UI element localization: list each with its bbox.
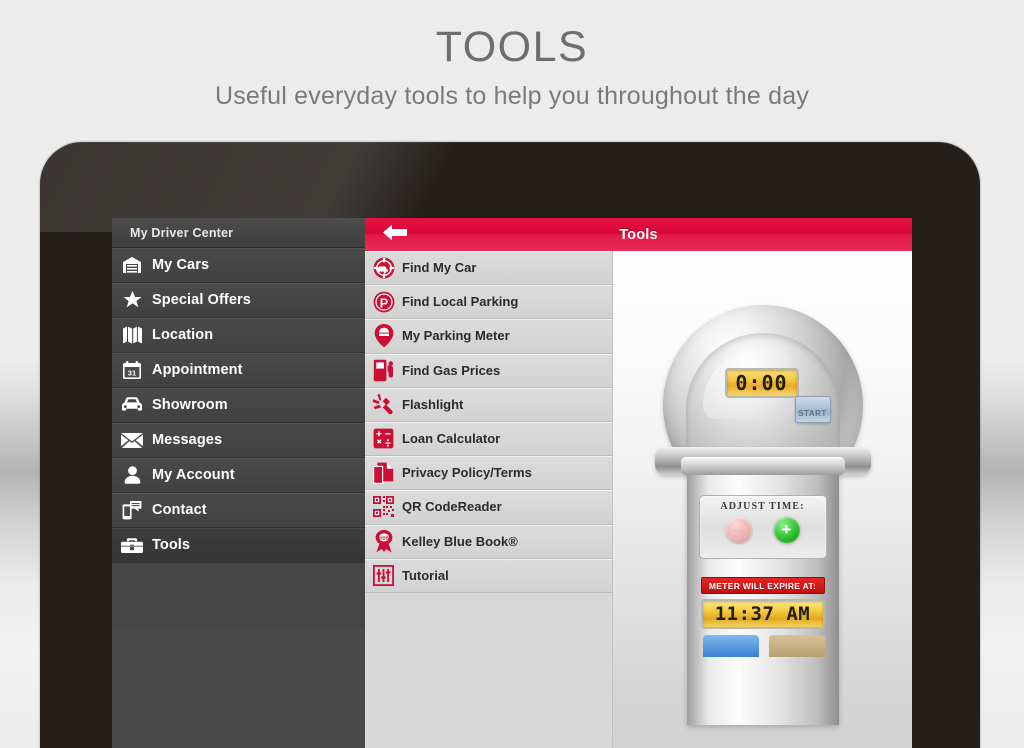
svg-text:KBB: KBB <box>379 535 389 540</box>
sidebar-item-label: Showroom <box>152 397 228 413</box>
tool-item-label: Tutorial <box>402 567 449 583</box>
sidebar-header: My Driver Center <box>112 218 365 248</box>
expire-time-value: 11:37 AM <box>714 603 811 625</box>
tool-item-find-my-car[interactable]: Find My Car <box>365 251 612 286</box>
documents-icon <box>365 462 402 484</box>
sidebar-filler <box>112 629 365 748</box>
sidebar-item-contact[interactable]: Contact <box>112 493 365 528</box>
sidebar-header-label: My Driver Center <box>130 225 234 240</box>
decrease-time-button[interactable]: – <box>725 517 752 543</box>
tool-item-kelley-blue-book[interactable]: KBB Kelley Blue Book® <box>365 524 612 559</box>
tool-item-loan-calculator[interactable]: Loan Calculator <box>365 421 612 457</box>
tool-item-label: Privacy Policy/Terms <box>402 465 532 481</box>
expire-time-display: 11:37 AM <box>700 599 825 629</box>
sidebar-item-appointment[interactable]: 31 Appointment <box>112 353 365 388</box>
car-icon <box>112 397 152 413</box>
phone-chat-icon <box>112 500 152 520</box>
sliders-icon <box>365 564 402 586</box>
sidebar-item-showroom[interactable]: Showroom <box>112 388 365 423</box>
meter-time-display: 0:00 <box>724 368 799 398</box>
qr-code-icon <box>365 496 402 518</box>
tool-item-label: QR CodeReader <box>402 499 502 515</box>
envelope-icon <box>112 432 152 448</box>
app-topbar: Tools <box>365 218 912 251</box>
tool-item-label: Find My Car <box>402 260 477 276</box>
star-icon <box>112 291 152 309</box>
kbb-ribbon-icon: KBB <box>365 529 402 553</box>
tool-item-tutorial[interactable]: Tutorial <box>365 558 612 593</box>
tool-item-my-parking-meter[interactable]: My Parking Meter <box>365 319 612 354</box>
adjust-time-panel: ADJUST TIME: – + <box>698 495 827 559</box>
adjust-time-label: ADJUST TIME: <box>720 501 805 512</box>
sidebar-item-label: Messages <box>152 432 223 448</box>
toolbox-icon <box>112 537 152 554</box>
sidebar-item-my-account[interactable]: My Account <box>112 458 365 493</box>
sidebar-item-special-offers[interactable]: Special Offers <box>112 283 365 318</box>
sidebar-item-label: Special Offers <box>152 292 251 308</box>
sidebar-item-label: Tools <box>152 537 191 553</box>
svg-text:31: 31 <box>128 369 137 378</box>
svg-text:P: P <box>379 296 387 310</box>
sidebar-item-label: My Account <box>152 467 235 483</box>
tool-item-label: Loan Calculator <box>402 431 501 447</box>
page-title: TOOLS <box>435 23 589 71</box>
sidebar-item-my-cars[interactable]: My Cars <box>112 248 365 283</box>
tool-item-label: Find Gas Prices <box>402 362 501 378</box>
expire-banner-label: METER WILL EXPIRE AT: <box>708 580 817 591</box>
flashlight-icon <box>365 393 402 415</box>
sidebar: My Driver Center My Cars Special Offers … <box>112 218 365 748</box>
panes: Find My Car P Find Local Parking My Park… <box>365 251 912 748</box>
tool-item-label: My Parking Meter <box>402 328 510 344</box>
calculator-icon <box>365 428 402 449</box>
tools-list: Find My Car P Find Local Parking My Park… <box>365 251 613 748</box>
tablet-device: My Driver Center My Cars Special Offers … <box>40 142 980 748</box>
garage-icon <box>112 256 152 274</box>
tool-item-find-local-parking[interactable]: P Find Local Parking <box>365 285 612 320</box>
increase-time-button[interactable]: + <box>773 517 800 543</box>
expire-banner: METER WILL EXPIRE AT: <box>700 577 825 594</box>
tool-item-label: Kelley Blue Book® <box>402 533 518 549</box>
tool-item-label: Find Local Parking <box>402 294 519 310</box>
meter-start-label: START <box>798 409 827 418</box>
meter-body-top <box>680 457 845 475</box>
tool-item-qr-code-reader[interactable]: QR CodeReader <box>365 490 612 525</box>
tool-item-label: Flashlight <box>402 396 464 412</box>
sidebar-item-messages[interactable]: Messages <box>112 423 365 458</box>
car-locator-icon <box>365 257 402 279</box>
page-header: TOOLS Useful everyday tools to help you … <box>0 0 1024 111</box>
parking-meter-pin-icon <box>365 324 402 348</box>
map-icon <box>112 326 152 344</box>
person-icon <box>112 466 152 484</box>
parking-meter-graphic: 0:00 START ADJUST TIME: – + METER WILL E… <box>641 305 885 725</box>
meter-bottom-button-blue[interactable] <box>702 635 759 657</box>
gas-pump-icon <box>365 359 402 382</box>
tool-item-find-gas-prices[interactable]: Find Gas Prices <box>365 353 612 388</box>
sidebar-item-label: Contact <box>152 502 207 518</box>
sidebar-item-label: Location <box>152 327 214 343</box>
tool-item-flashlight[interactable]: Flashlight <box>365 387 612 422</box>
back-arrow-icon <box>383 224 407 246</box>
sidebar-item-location[interactable]: Location <box>112 318 365 353</box>
calendar-icon: 31 <box>112 361 152 379</box>
meter-start-button[interactable]: START <box>794 396 831 423</box>
parking-meter-pane: 0:00 START ADJUST TIME: – + METER WILL E… <box>613 251 912 748</box>
sidebar-item-label: My Cars <box>152 257 210 273</box>
adjust-time-buttons: – + <box>700 512 826 543</box>
back-button[interactable] <box>375 218 415 251</box>
sidebar-item-label: Appointment <box>152 362 243 378</box>
app-content: Tools Find My Car P Find Local Parking M… <box>365 218 912 748</box>
parking-p-icon: P <box>365 291 402 313</box>
sidebar-item-tools[interactable]: Tools <box>112 528 365 563</box>
meter-bottom-button-tan[interactable] <box>768 635 825 657</box>
tool-item-privacy-policy-terms[interactable]: Privacy Policy/Terms <box>365 456 612 491</box>
page-subtitle: Useful everyday tools to help you throug… <box>214 82 810 110</box>
app-title: Tools <box>619 226 658 243</box>
app-screen: My Driver Center My Cars Special Offers … <box>112 218 912 748</box>
meter-time-value: 0:00 <box>735 371 788 395</box>
